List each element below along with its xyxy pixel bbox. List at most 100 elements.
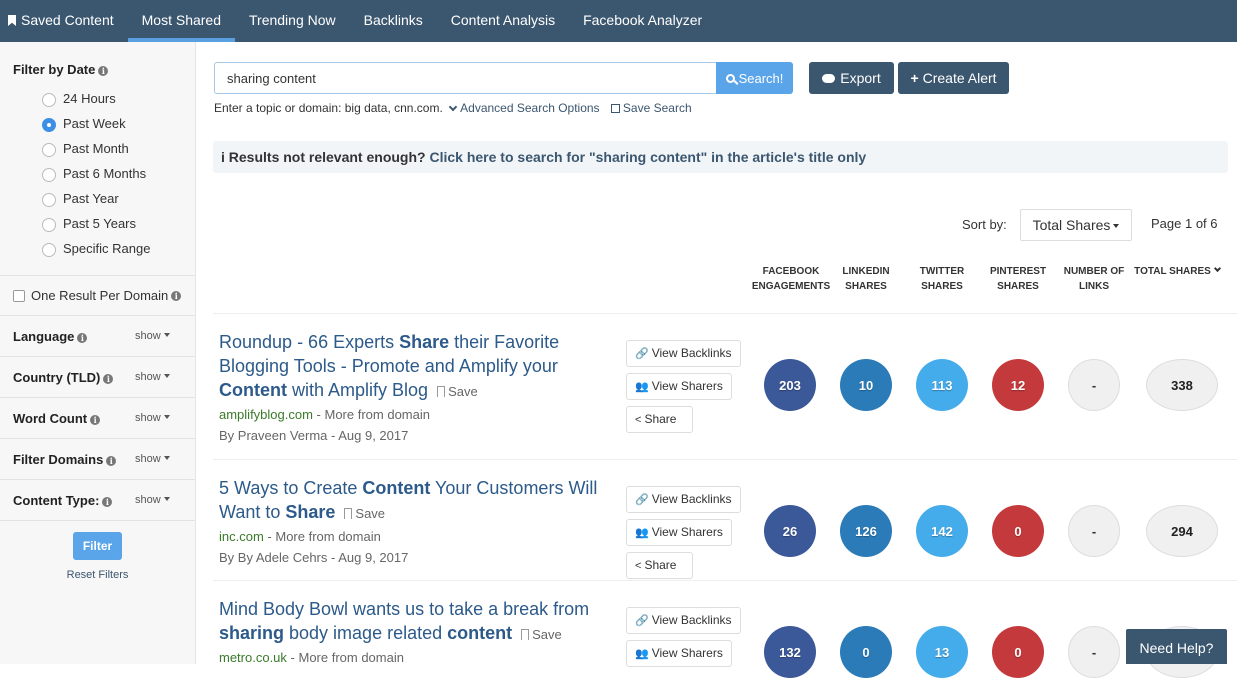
radio-button[interactable] [42, 118, 56, 132]
domain-link[interactable]: amplifyblog.com [219, 407, 313, 422]
info-icon[interactable]: i [98, 66, 109, 76]
view-backlinks-button[interactable]: 🔗 View Backlinks [626, 340, 741, 367]
pinterest-count-badge: 12 [992, 359, 1044, 411]
top-nav: Saved Content Most Shared Trending Now B… [0, 0, 1237, 42]
tab-content-analysis[interactable]: Content Analysis [437, 0, 569, 42]
more-from-domain-link[interactable]: More from domain [325, 407, 430, 422]
share-button[interactable]: < Share [626, 406, 693, 433]
radio-button[interactable] [42, 193, 56, 207]
date-option-past-year[interactable]: Past Year [42, 186, 182, 211]
links-count-badge: - [1068, 359, 1120, 411]
tab-most-shared[interactable]: Most Shared [127, 0, 236, 42]
date-option-past-6-months[interactable]: Past 6 Months [42, 161, 182, 186]
save-link[interactable]: Save [433, 384, 478, 399]
tab-facebook-analyzer[interactable]: Facebook Analyzer [569, 0, 716, 42]
bookmark-icon [521, 629, 530, 640]
linkedin-count-badge: 0 [840, 626, 892, 678]
info-icon[interactable]: i [106, 455, 117, 466]
advanced-search-link[interactable]: Advanced Search Options [446, 101, 600, 115]
more-from-domain-link[interactable]: More from domain [275, 529, 380, 544]
twitter-count-badge: 113 [916, 359, 968, 411]
date-option-past-5-years[interactable]: Past 5 Years [42, 211, 182, 236]
link-icon: 🔗 [635, 348, 649, 360]
sort-dropdown[interactable]: Total Shares [1020, 209, 1132, 241]
cloud-download-icon [822, 73, 836, 83]
date-option-specific-range[interactable]: Specific Range [42, 236, 182, 261]
chevron-down-icon [1213, 264, 1221, 273]
info-icon[interactable]: i [90, 414, 101, 425]
reset-filters-link[interactable]: Reset Filters [0, 569, 195, 581]
radio-button[interactable] [42, 243, 56, 257]
search-button[interactable]: Search! [716, 62, 793, 94]
date-option-past-month[interactable]: Past Month [42, 136, 182, 161]
links-count-badge: - [1068, 626, 1120, 678]
result-title[interactable]: 5 Ways to Create Content Your Customers … [219, 476, 609, 526]
radio-button[interactable] [42, 218, 56, 232]
show-toggle[interactable]: show [135, 494, 170, 506]
radio-button[interactable] [42, 143, 56, 157]
tab-backlinks[interactable]: Backlinks [350, 0, 437, 42]
result-title[interactable]: Mind Body Bowl wants us to take a break … [219, 597, 609, 647]
domain-link[interactable]: metro.co.uk [219, 650, 287, 665]
view-backlinks-button[interactable]: 🔗 View Backlinks [626, 486, 741, 513]
result-item: Mind Body Bowl wants us to take a break … [219, 597, 609, 668]
caret-down-icon [163, 456, 170, 460]
total-count-badge: 338 [1146, 359, 1218, 411]
sort-label: Sort by: [962, 217, 1007, 232]
save-search-link[interactable]: Save Search [603, 101, 692, 115]
need-help-button[interactable]: Need Help? [1126, 629, 1227, 664]
date-option-past-week[interactable]: Past Week [42, 111, 182, 136]
users-icon: 👥 [635, 648, 649, 660]
create-alert-button[interactable]: + Create Alert [898, 62, 1009, 94]
result-domain-line: metro.co.uk - More from domain [219, 650, 404, 665]
search-bar: Search! [214, 62, 793, 94]
result-title[interactable]: Roundup - 66 Experts Share their Favorit… [219, 330, 609, 404]
result-domain-line: amplifyblog.com - More from domain [219, 407, 430, 422]
search-input[interactable] [214, 62, 716, 94]
view-sharers-button[interactable]: 👥 View Sharers [626, 519, 732, 546]
pinterest-count-badge: 0 [992, 505, 1044, 557]
view-sharers-button[interactable]: 👥 View Sharers [626, 373, 732, 400]
column-header[interactable]: NUMBER OF LINKS [1049, 264, 1139, 294]
tab-saved-content[interactable]: Saved Content [0, 0, 128, 42]
show-toggle[interactable]: show [135, 371, 170, 383]
tab-trending-now[interactable]: Trending Now [235, 0, 350, 42]
linkedin-count-badge: 10 [840, 359, 892, 411]
total-count-badge: 294 [1146, 505, 1218, 557]
one-result-per-domain[interactable]: One Result Per Domain i [0, 276, 195, 316]
share-button[interactable]: < Share [626, 552, 693, 579]
bookmark-icon [344, 508, 353, 519]
row-divider [213, 580, 1237, 581]
save-link[interactable]: Save [340, 506, 385, 521]
facebook-count-badge: 132 [764, 626, 816, 678]
linkedin-count-badge: 126 [840, 505, 892, 557]
export-button[interactable]: Export [809, 62, 894, 94]
twitter-count-badge: 13 [916, 626, 968, 678]
info-icon[interactable]: i [103, 373, 114, 384]
show-toggle[interactable]: show [135, 412, 170, 424]
title-only-search-link[interactable]: Click here to search for "sharing conten… [429, 149, 866, 165]
view-sharers-button[interactable]: 👥 View Sharers [626, 640, 732, 667]
date-option-24-hours[interactable]: 24 Hours [42, 86, 182, 111]
info-icon[interactable]: i [171, 290, 182, 301]
more-from-domain-link[interactable]: More from domain [298, 650, 403, 665]
radio-button[interactable] [42, 93, 56, 107]
date-filter: Filter by Date i 24 Hours Past Week Past Mo… [0, 42, 195, 276]
info-icon[interactable]: i [77, 332, 88, 343]
save-link[interactable]: Save [517, 627, 562, 642]
filter-section-filter-domains: Filter Domains i show [0, 439, 195, 480]
show-toggle[interactable]: show [135, 330, 170, 342]
result-item: 5 Ways to Create Content Your Customers … [219, 476, 609, 568]
search-icon [725, 73, 735, 83]
filter-button[interactable]: Filter [72, 532, 123, 560]
section-title: Word Count i [13, 411, 101, 426]
domain-link[interactable]: inc.com [219, 529, 264, 544]
one-result-checkbox[interactable] [13, 289, 25, 302]
show-toggle[interactable]: show [135, 453, 170, 465]
filter-sidebar: Filter by Date i 24 Hours Past Week Past Mo… [0, 42, 196, 664]
column-header[interactable]: TOTAL SHARES [1132, 264, 1222, 279]
view-backlinks-button[interactable]: 🔗 View Backlinks [626, 607, 741, 634]
users-icon: 👥 [635, 527, 649, 539]
radio-button[interactable] [42, 168, 56, 182]
info-icon[interactable]: i [102, 496, 113, 507]
